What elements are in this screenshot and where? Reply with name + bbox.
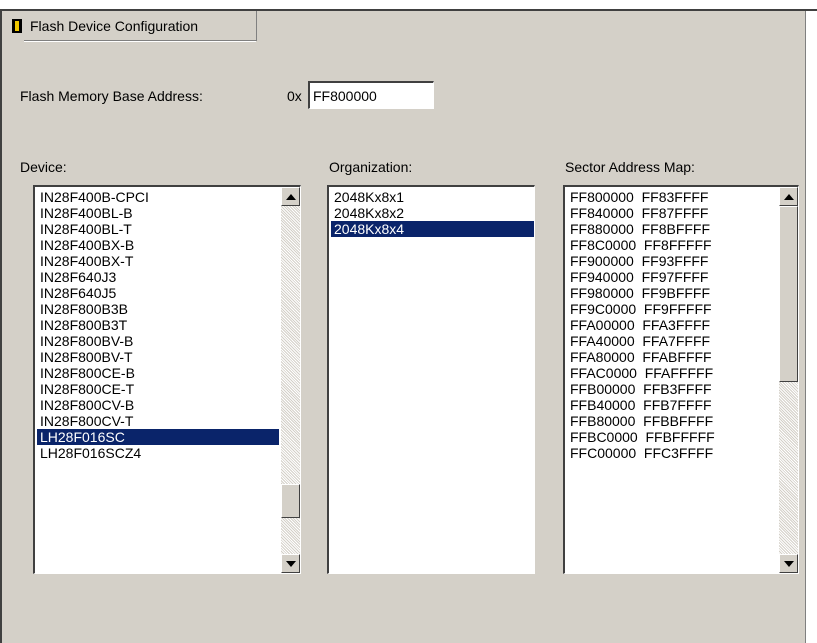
sector-scrollbar[interactable]	[779, 187, 798, 573]
list-item[interactable]: IN28F400BL-B	[37, 205, 279, 221]
list-item[interactable]: FFA40000 FFA7FFFF	[567, 333, 777, 349]
list-item[interactable]: 2048Kx8x4	[331, 221, 534, 237]
list-item[interactable]: FFBC0000 FFBFFFFF	[567, 429, 777, 445]
list-item[interactable]: IN28F800CE-T	[37, 381, 279, 397]
sector-scroll-up-button[interactable]	[779, 187, 798, 206]
list-item[interactable]: IN28F800B3T	[37, 317, 279, 333]
list-item[interactable]: IN28F400BX-B	[37, 237, 279, 253]
list-item[interactable]: FF880000 FF8BFFFF	[567, 221, 777, 237]
sector-scroll-thumb[interactable]	[779, 206, 798, 382]
list-item[interactable]: IN28F640J3	[37, 269, 279, 285]
window-frame-right	[806, 11, 817, 643]
list-item[interactable]: LH28F016SC	[37, 429, 279, 445]
list-item[interactable]: FFB00000 FFB3FFFF	[567, 381, 777, 397]
list-item[interactable]: FFB40000 FFB7FFFF	[567, 397, 777, 413]
list-item[interactable]: 2048Kx8x2	[331, 205, 534, 221]
organization-list[interactable]: 2048Kx8x1 2048Kx8x2 2048Kx8x4	[327, 185, 535, 574]
list-item[interactable]: FFC00000 FFC3FFFF	[567, 445, 777, 461]
base-address-input[interactable]	[308, 81, 434, 109]
title-underline-highlight	[24, 41, 256, 42]
list-item[interactable]: IN28F400BX-T	[37, 253, 279, 269]
sector-map-list[interactable]: FF800000 FF83FFFF FF840000 FF87FFFF FF8800…	[563, 185, 799, 574]
list-item[interactable]: IN28F800B3B	[37, 301, 279, 317]
list-item[interactable]: IN28F800BV-T	[37, 349, 279, 365]
list-item[interactable]: LH28F016SCZ4	[37, 445, 279, 461]
title-divider	[256, 11, 257, 41]
arrow-up-icon	[285, 193, 296, 200]
hex-prefix-label: 0x	[287, 88, 302, 104]
device-scroll-up-button[interactable]	[281, 187, 300, 206]
list-item[interactable]: FF980000 FF9BFFFF	[567, 285, 777, 301]
device-scroll-thumb[interactable]	[281, 484, 300, 518]
sector-map-label: Sector Address Map:	[565, 159, 695, 175]
list-item[interactable]: FFAC0000 FFAFFFFF	[567, 365, 777, 381]
organization-list-items: 2048Kx8x1 2048Kx8x2 2048Kx8x4	[331, 189, 534, 237]
list-item[interactable]: FFA00000 FFA3FFFF	[567, 317, 777, 333]
list-item[interactable]: FF9C0000 FF9FFFFF	[567, 301, 777, 317]
list-item[interactable]: FF840000 FF87FFFF	[567, 205, 777, 221]
list-item[interactable]: IN28F800CV-B	[37, 397, 279, 413]
list-item[interactable]: FF940000 FF97FFFF	[567, 269, 777, 285]
window-frame-left-edge	[0, 9, 2, 643]
window-frame-top-edge	[0, 9, 817, 11]
arrow-down-icon	[783, 560, 794, 567]
list-item[interactable]: FFB80000 FFBBFFFF	[567, 413, 777, 429]
device-label: Device:	[20, 159, 67, 175]
base-address-label: Flash Memory Base Address:	[20, 88, 203, 104]
device-scrollbar[interactable]	[281, 187, 300, 573]
list-item[interactable]: IN28F800BV-B	[37, 333, 279, 349]
sector-scroll-down-button[interactable]	[779, 554, 798, 573]
page-title: Flash Device Configuration	[30, 18, 199, 34]
list-item[interactable]: IN28F640J5	[37, 285, 279, 301]
list-item[interactable]: FF8C0000 FF8FFFFF	[567, 237, 777, 253]
list-item[interactable]: FFA80000 FFABFFFF	[567, 349, 777, 365]
device-list-items: IN28F400B-CPCI IN28F400BL-B IN28F400BL-T IN…	[37, 189, 279, 461]
list-item[interactable]: FF900000 FF93FFFF	[567, 253, 777, 269]
device-list[interactable]: IN28F400B-CPCI IN28F400BL-B IN28F400BL-T IN…	[33, 185, 301, 574]
flash-device-icon	[12, 19, 22, 33]
sector-map-list-items: FF800000 FF83FFFF FF840000 FF87FFFF FF8800…	[567, 189, 777, 461]
arrow-down-icon	[285, 560, 296, 567]
device-scroll-down-button[interactable]	[281, 554, 300, 573]
list-item[interactable]: IN28F400B-CPCI	[37, 189, 279, 205]
arrow-up-icon	[783, 193, 794, 200]
list-item[interactable]: IN28F400BL-T	[37, 221, 279, 237]
list-item[interactable]: IN28F800CV-T	[37, 413, 279, 429]
organization-label: Organization:	[329, 159, 413, 175]
list-item[interactable]: FF800000 FF83FFFF	[567, 189, 777, 205]
list-item[interactable]: IN28F800CE-B	[37, 365, 279, 381]
list-item[interactable]: 2048Kx8x1	[331, 189, 534, 205]
